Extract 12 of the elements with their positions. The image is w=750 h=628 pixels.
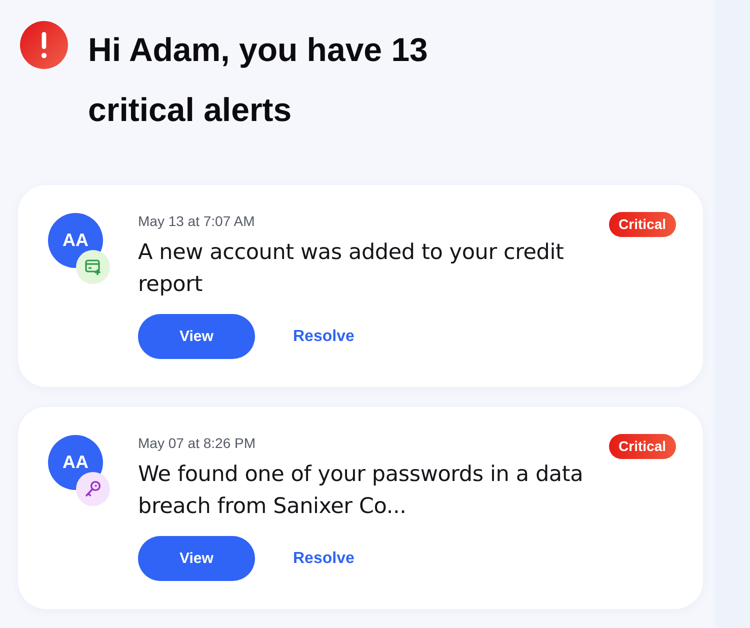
view-button[interactable]: View xyxy=(138,536,255,581)
severity-badge: Critical xyxy=(608,212,676,237)
resolve-link[interactable]: Resolve xyxy=(293,328,354,346)
alerts-heading: Hi Adam, you have 13 critical alerts xyxy=(88,30,429,130)
alert-icon xyxy=(20,21,68,69)
alert-message: We found one of your passwords in a data breach from Sanixer Co... xyxy=(138,461,584,521)
view-button[interactable]: View xyxy=(138,314,255,359)
alert-timestamp: May 13 at 7:07 AM xyxy=(138,213,256,229)
alert-message: A new account was added to your credit report xyxy=(138,239,565,299)
alert-timestamp: May 07 at 8:26 PM xyxy=(138,435,257,451)
resolve-link[interactable]: Resolve xyxy=(293,550,354,568)
severity-badge: Critical xyxy=(608,434,676,459)
